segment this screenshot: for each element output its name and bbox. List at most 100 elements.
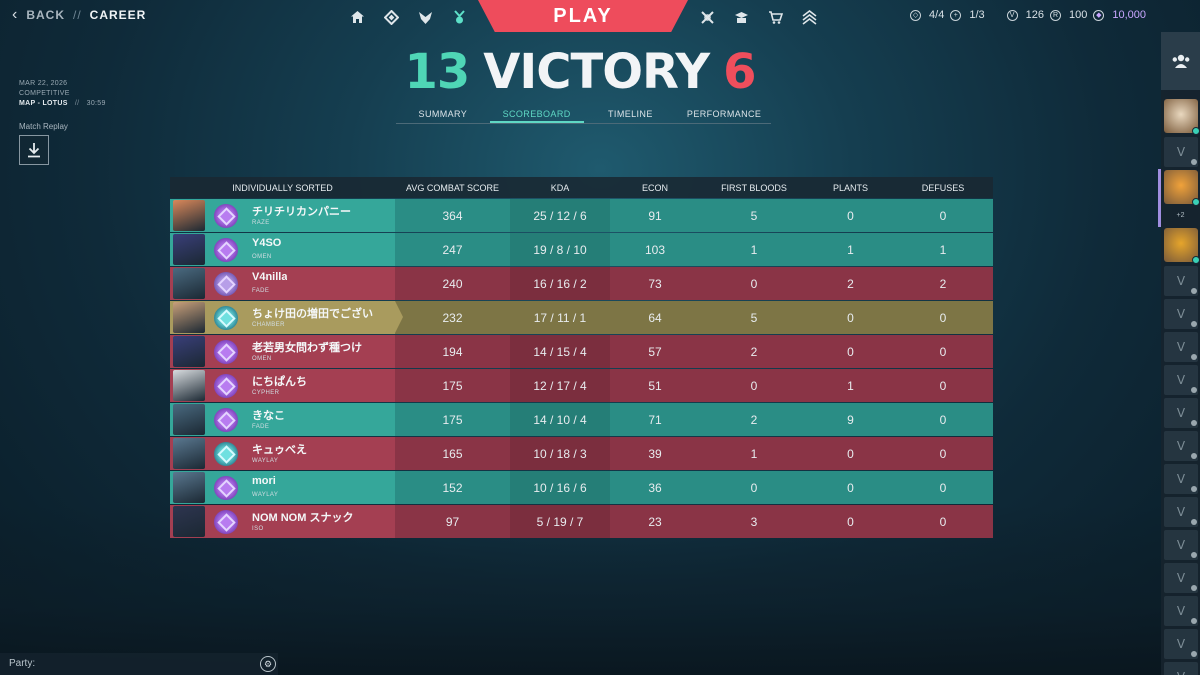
player-name: 老若男女問わず種つけ	[252, 342, 362, 354]
friend-avatar[interactable]	[1164, 99, 1200, 135]
column-header-first-bloods[interactable]: FIRST BLOODS	[700, 177, 808, 198]
table-row[interactable]: NOM NOM スナック ISO 97 5 / 19 / 7 23 3 0 0	[170, 505, 993, 538]
home-icon[interactable]	[340, 4, 374, 30]
player-cell[interactable]: mori WAYLAY	[170, 471, 395, 504]
column-header-kda[interactable]: KDA	[510, 177, 610, 198]
table-row[interactable]: きなこ FADE 175 14 / 10 / 4 71 2 9 0	[170, 403, 993, 436]
kda-cell: 19 / 8 / 10	[510, 233, 610, 266]
player-cell[interactable]: V4nilla FADE	[170, 267, 395, 300]
esports-icon[interactable]	[690, 4, 724, 30]
party-bar: Party: ⚙	[0, 653, 278, 675]
first-bloods-cell: 5	[750, 208, 758, 223]
rank-icon[interactable]	[792, 4, 826, 30]
player-cell[interactable]: ちょけ田の増田でござい CHAMBER	[170, 301, 403, 334]
table-row[interactable]: Y4SO OMEN 247 19 / 8 / 10 103 1 1 1	[170, 233, 993, 266]
defuses-cell: 0	[939, 514, 947, 529]
friend-slot[interactable]: V	[1164, 596, 1198, 626]
table-row[interactable]: チリチリカンパニー RAZE 364 25 / 12 / 6 91 5 0 0	[170, 199, 993, 232]
rank-icon	[214, 408, 238, 432]
valorant-logo-icon: V	[1176, 472, 1186, 486]
table-row[interactable]: mori WAYLAY 152 10 / 16 / 6 36 0 0 0	[170, 471, 993, 504]
friend-slot[interactable]: V	[1164, 530, 1198, 560]
first-bloods-cell: 5	[700, 301, 808, 334]
player-cell[interactable]: にちぱんち CYPHER	[170, 369, 395, 402]
table-row[interactable]: にちぱんち CYPHER 175 12 / 17 / 4 51 0 1 0	[170, 369, 993, 402]
tab-performance[interactable]: PERFORMANCE	[677, 106, 771, 123]
agent-name: CYPHER	[252, 390, 280, 396]
agent-portrait	[173, 370, 205, 401]
self-indicator	[395, 301, 403, 333]
agent-name: RAZE	[252, 220, 270, 226]
back-button[interactable]: ‹ BACK // CAREER	[12, 7, 146, 23]
acs-cell: 364	[442, 208, 463, 223]
econ-cell: 51	[648, 378, 662, 393]
player-cell[interactable]: NOM NOM スナック ISO	[170, 505, 395, 538]
party-member-avatar[interactable]	[1164, 170, 1200, 206]
friend-slot[interactable]: V	[1164, 629, 1198, 659]
column-header-econ[interactable]: ECON	[610, 177, 700, 198]
econ-cell: 64	[610, 301, 700, 334]
player-cell[interactable]: キュゥべえ WAYLAY	[170, 437, 395, 470]
breadcrumb-separator: //	[73, 8, 82, 22]
kda-cell: 10 / 16 / 6	[510, 471, 610, 504]
player-name: NOM NOM スナック	[252, 512, 354, 524]
column-header-plants[interactable]: PLANTS	[808, 177, 893, 198]
collection-icon[interactable]	[374, 4, 408, 30]
agent-portrait	[173, 404, 205, 435]
more-party-count: +2	[1176, 212, 1185, 219]
download-replay-button[interactable]	[19, 135, 49, 165]
valorant-logo-icon: V	[1176, 637, 1186, 651]
table-row[interactable]: キュゥべえ WAYLAY 165 10 / 18 / 3 39 1 0 0	[170, 437, 993, 470]
friend-slot[interactable]: V	[1164, 431, 1198, 461]
agents-icon[interactable]	[408, 4, 442, 30]
online-status-dot	[1192, 127, 1200, 135]
friend-slot[interactable]: V	[1164, 266, 1198, 296]
offline-status-dot	[1191, 552, 1197, 558]
valorant-logo-icon: V	[1176, 571, 1186, 585]
friends-button[interactable]	[1161, 32, 1200, 90]
radianite-icon: R	[1049, 9, 1061, 21]
first-bloods-cell: 0	[750, 480, 758, 495]
career-icon[interactable]	[442, 4, 476, 30]
player-name: V4nilla	[252, 271, 288, 283]
player-cell[interactable]: チリチリカンパニー RAZE	[170, 199, 395, 232]
valorant-logo-icon: V	[1176, 505, 1186, 519]
party-settings-icon[interactable]: ⚙	[260, 656, 276, 672]
table-row[interactable]: ちょけ田の増田でござい CHAMBER 232 17 / 11 / 1 64 5 0 0	[170, 301, 993, 334]
battlepass-icon[interactable]	[724, 4, 758, 30]
friend-slot[interactable]: V	[1164, 299, 1198, 329]
column-header-defuses[interactable]: DEFUSES	[893, 177, 993, 198]
tab-summary[interactable]: SUMMARY	[396, 106, 490, 123]
defuses-cell: 0	[893, 301, 993, 334]
table-row[interactable]: 老若男女問わず種つけ OMEN 194 14 / 15 / 4 57 2 0 0	[170, 335, 993, 368]
kda-cell: 12 / 17 / 4	[510, 369, 610, 402]
player-cell[interactable]: 老若男女問わず種つけ OMEN	[170, 335, 395, 368]
friend-slot[interactable]: V	[1164, 563, 1198, 593]
valorant-points-value: 10,000	[1112, 9, 1146, 21]
table-row[interactable]: V4nilla FADE 240 16 / 16 / 2 73 0 2 2	[170, 267, 993, 300]
friend-slot[interactable]: V	[1164, 497, 1198, 527]
player-cell[interactable]: きなこ FADE	[170, 403, 395, 436]
tab-scoreboard[interactable]: SCOREBOARD	[489, 106, 584, 123]
friend-slot[interactable]: V	[1164, 137, 1198, 167]
friend-slot[interactable]: V	[1164, 365, 1198, 395]
plants-cell: 9	[847, 412, 854, 427]
column-header-player[interactable]: INDIVIDUALLY SORTED	[170, 177, 395, 198]
play-button[interactable]: PLAY	[478, 0, 688, 32]
acs-cell: 240	[442, 276, 463, 291]
friend-slot[interactable]: V	[1164, 464, 1198, 494]
rank-icon	[214, 238, 238, 262]
column-header-acs[interactable]: AVG COMBAT SCORE	[395, 177, 510, 198]
player-cell[interactable]: Y4SO OMEN	[170, 233, 395, 266]
store-icon[interactable]	[758, 4, 792, 30]
agent-name: CHAMBER	[252, 322, 285, 328]
plants-cell: 0	[847, 480, 854, 495]
tab-timeline[interactable]: TIMELINE	[584, 106, 678, 123]
valorant-logo-icon: V	[1176, 538, 1186, 552]
friend-avatar[interactable]	[1164, 228, 1200, 264]
first-bloods-cell: 2	[750, 412, 758, 427]
valorant-logo-icon: V	[1176, 604, 1186, 618]
friend-slot[interactable]: V	[1164, 398, 1198, 428]
friend-slot[interactable]: V	[1164, 332, 1198, 362]
friend-slot[interactable]: V	[1164, 662, 1198, 675]
